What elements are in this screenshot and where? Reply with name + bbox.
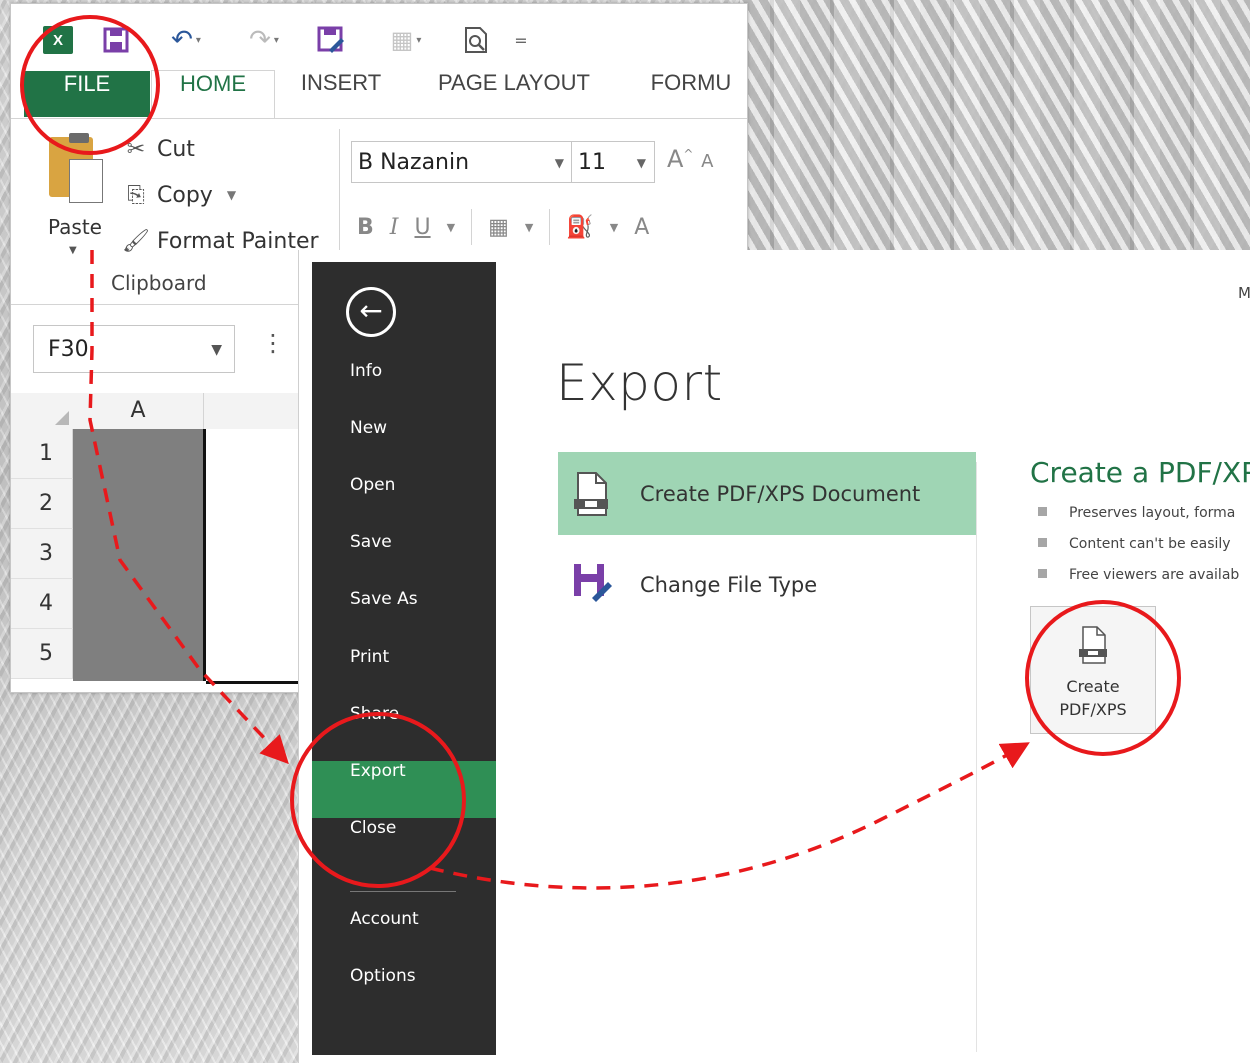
name-box[interactable]: F30 ▼ xyxy=(33,325,235,373)
bullet-item: Preserves layout, forma xyxy=(1038,505,1235,521)
fill-color-icon[interactable]: ⛽ xyxy=(566,215,593,240)
font-name-select[interactable]: B Nazanin ▼ xyxy=(351,141,573,183)
nav-item-save-as[interactable]: Save As xyxy=(312,589,496,646)
change-file-type-option[interactable]: Change File Type xyxy=(558,543,976,626)
nav-item-new[interactable]: New xyxy=(312,418,496,475)
quick-access-toolbar: X ↶ ▾ ↷ ▾ ▦ ▾ = xyxy=(11,4,747,66)
formula-bar-dots-icon[interactable]: ⋮ xyxy=(261,329,285,357)
cut-button[interactable]: ✂ Cut xyxy=(119,131,195,167)
scissors-icon: ✂ xyxy=(126,136,146,162)
nav-item-account[interactable]: Account xyxy=(312,909,496,966)
grow-font-button[interactable]: A^ A xyxy=(667,145,713,173)
nav-item-options[interactable]: Options xyxy=(312,966,496,1023)
cell-range-a[interactable] xyxy=(73,429,206,681)
underline-button[interactable]: U xyxy=(414,215,430,240)
bullet-item: Free viewers are availab xyxy=(1038,567,1239,583)
page-title: Export xyxy=(556,354,723,412)
pdf-document-icon xyxy=(1077,625,1109,669)
save-as-icon[interactable] xyxy=(316,26,346,54)
customize-qat-icon[interactable]: = xyxy=(511,26,531,54)
column-header-a[interactable]: A xyxy=(73,393,204,430)
redo-icon[interactable]: ↷ ▾ xyxy=(239,25,289,55)
tab-formulas[interactable]: FORMU xyxy=(641,70,741,118)
nav-item-save[interactable]: Save xyxy=(312,532,496,589)
print-preview-icon[interactable] xyxy=(461,26,491,54)
select-all-corner[interactable] xyxy=(11,393,74,430)
tab-file[interactable]: FILE xyxy=(24,71,150,117)
font-format-row: B I U ▼ ▦ ▼ ⛽ ▼ A xyxy=(357,207,649,247)
backstage-window: ← Info New Open Save Save As Print Share… xyxy=(298,250,1250,1063)
brush-icon: 🖌 xyxy=(122,228,150,254)
create-pdf-xps-option[interactable]: Create PDF/XPS Document xyxy=(558,452,976,535)
bullet-item: Content can't be easily xyxy=(1038,536,1231,552)
nav-item-info[interactable]: Info xyxy=(312,361,496,418)
bold-button[interactable]: B xyxy=(357,215,374,240)
ribbon-tabs: FILE HOME INSERT PAGE LAYOUT FORMU xyxy=(11,70,747,120)
nav-item-export[interactable]: Export xyxy=(312,761,496,818)
excel-logo-icon: X xyxy=(43,26,73,54)
clipboard-group-label: Clipboard xyxy=(111,271,207,295)
change-file-type-icon xyxy=(572,562,612,608)
nav-item-open[interactable]: Open xyxy=(312,475,496,532)
font-size-select[interactable]: 11 ▼ xyxy=(571,141,655,183)
italic-button[interactable]: I xyxy=(390,215,399,240)
format-painter-button[interactable]: 🖌 Format Painter xyxy=(119,223,319,259)
save-icon[interactable] xyxy=(103,26,129,54)
paste-label: Paste xyxy=(48,215,102,239)
cell-range-b[interactable] xyxy=(206,429,306,684)
pdf-document-icon xyxy=(572,471,610,517)
tab-home[interactable]: HOME xyxy=(151,70,275,120)
create-pdf-xps-button[interactable]: Create PDF/XPS xyxy=(1030,606,1156,734)
tab-insert[interactable]: INSERT xyxy=(291,70,391,118)
row-header[interactable]: 1 xyxy=(11,429,73,479)
chevron-down-icon[interactable]: ▼ xyxy=(69,245,77,256)
nav-item-print[interactable]: Print xyxy=(312,647,496,704)
user-name[interactable]: ME xyxy=(1238,284,1250,302)
row-header[interactable]: 5 xyxy=(11,629,73,679)
row-header[interactable]: 4 xyxy=(11,579,73,629)
backstage-nav: ← Info New Open Save Save As Print Share… xyxy=(312,262,496,1055)
back-arrow-icon[interactable]: ← xyxy=(346,287,396,337)
copy-button[interactable]: ⎘ Copy ▼ xyxy=(119,177,236,213)
copy-icon: ⎘ xyxy=(127,182,145,208)
tab-page-layout[interactable]: PAGE LAYOUT xyxy=(429,70,599,118)
undo-icon[interactable]: ↶ ▾ xyxy=(161,25,211,55)
nav-item-share[interactable]: Share xyxy=(312,704,496,761)
borders-icon[interactable]: ▦ ▾ xyxy=(381,26,431,54)
border-icon[interactable]: ▦ xyxy=(488,215,509,240)
row-header[interactable]: 2 xyxy=(11,479,73,529)
nav-item-close[interactable]: Close xyxy=(312,818,496,875)
paste-button[interactable]: Paste ▼ xyxy=(41,133,109,257)
right-panel-title: Create a PDF/XP xyxy=(1030,456,1250,489)
background-building xyxy=(740,0,1250,260)
font-color-button[interactable]: A xyxy=(634,215,649,240)
row-header[interactable]: 3 xyxy=(11,529,73,579)
column-header-b[interactable] xyxy=(204,393,304,430)
